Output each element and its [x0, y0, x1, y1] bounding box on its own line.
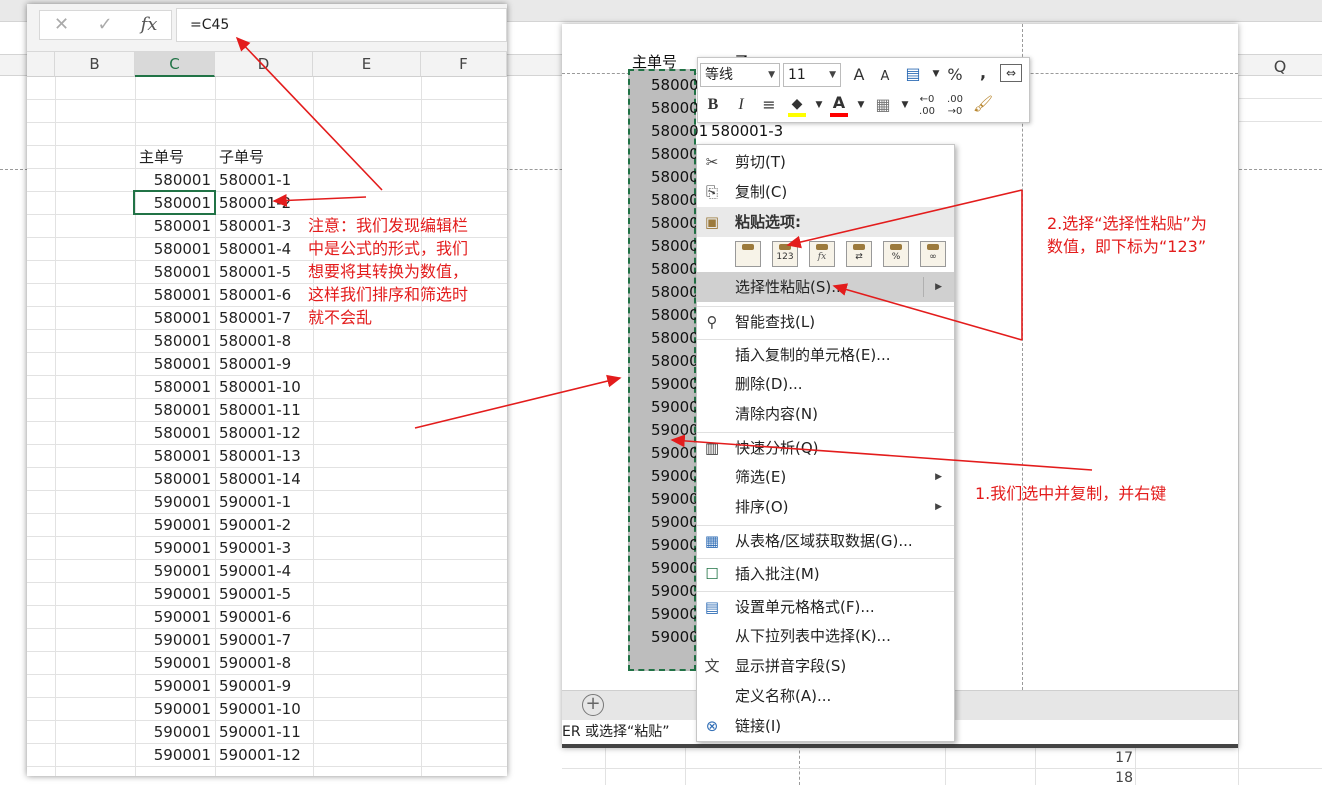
arrow-to-formula	[235, 36, 383, 191]
annotation-arrows	[235, 36, 1093, 471]
arrow-to-selection	[670, 434, 1093, 471]
arrow-to-right-window	[414, 374, 622, 429]
arrow-to-cell	[272, 194, 367, 207]
arrow-to-paste-values	[786, 189, 1023, 249]
arrow-to-paste-special	[832, 283, 1023, 341]
